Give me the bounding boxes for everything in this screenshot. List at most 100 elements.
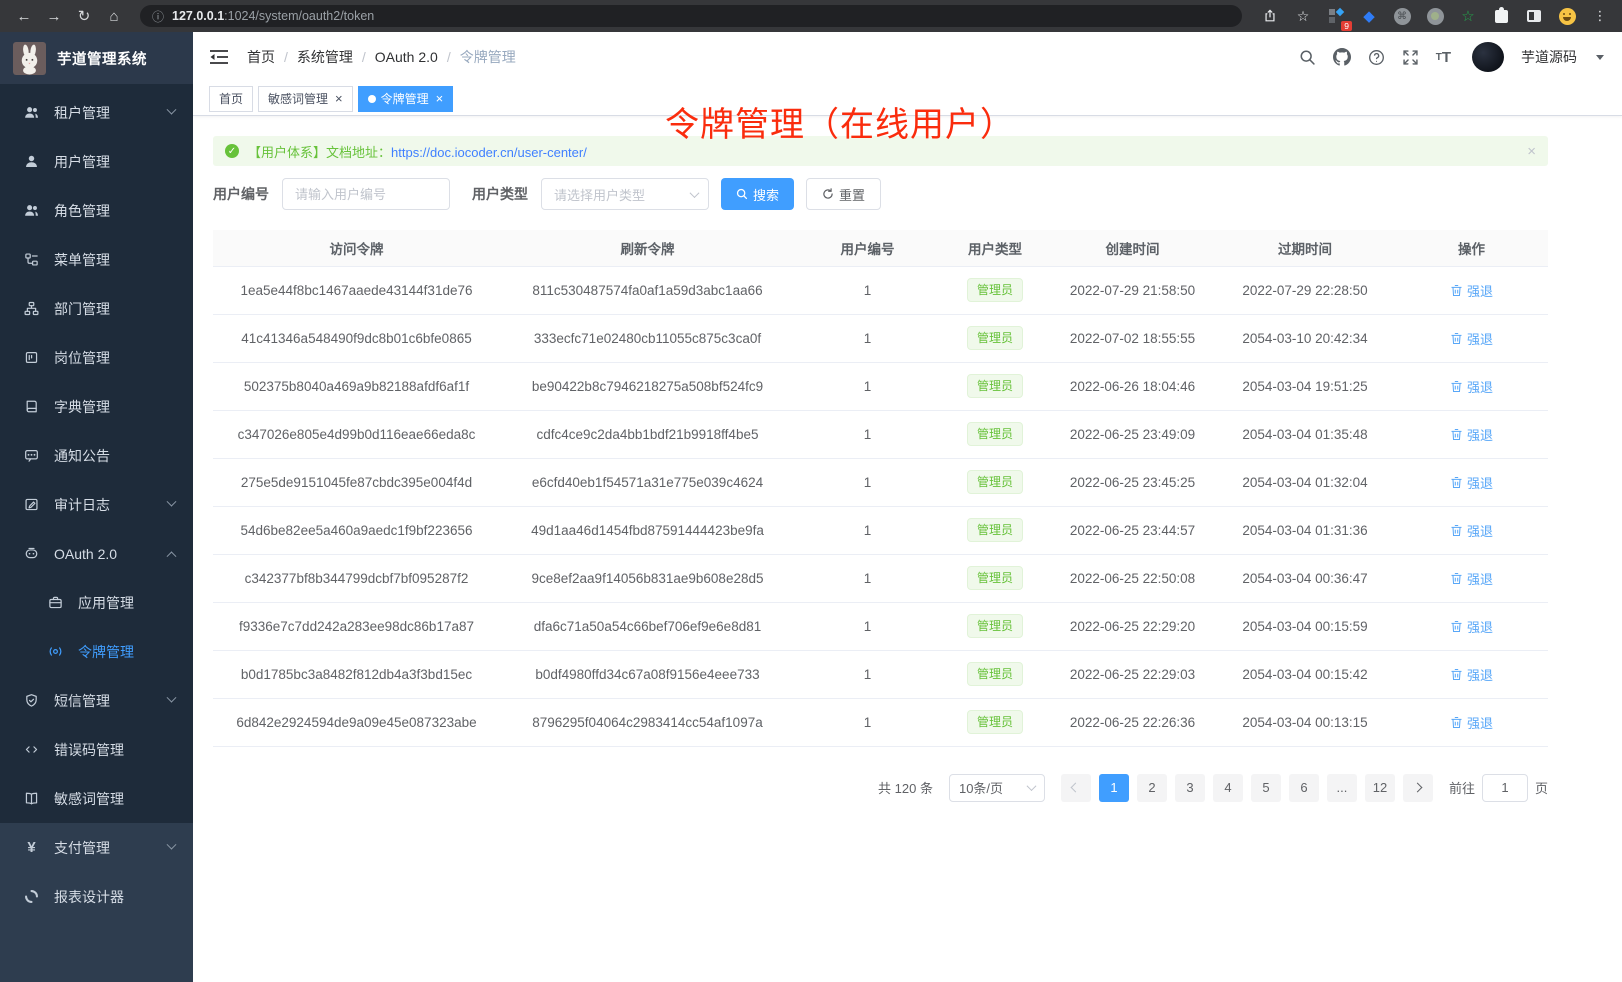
breadcrumb-item[interactable]: OAuth 2.0 [375, 49, 438, 65]
force-logout-button[interactable]: 强退 [1450, 665, 1493, 684]
page-size-select[interactable]: 10条/页 [949, 774, 1045, 802]
sidebar-item-label: 通知公告 [54, 446, 110, 466]
token-table-body: 1ea5e44f8bc1467aaede43144f31de76811c5304… [213, 266, 1548, 746]
access-token-cell: b0d1785bc3a8482f812db4a3f3bd15ec [213, 650, 500, 698]
tab-敏感词管理[interactable]: 敏感词管理× [258, 86, 353, 112]
home-icon[interactable]: ⌂ [102, 4, 126, 28]
sidebar-item-dept[interactable]: 部门管理 [0, 284, 193, 333]
avatar[interactable] [1472, 42, 1504, 72]
back-icon[interactable]: ← [12, 4, 36, 28]
sidebar-item-label: 菜单管理 [54, 250, 110, 270]
sidebar-item-user[interactable]: 用户管理 [0, 137, 193, 186]
page-button-5[interactable]: 5 [1251, 774, 1281, 802]
address-bar[interactable]: ⓘ 127.0.0.1:1024/system/oauth2/token [140, 5, 1242, 27]
sidebar-item-label: 令牌管理 [78, 642, 134, 662]
breadcrumb-item[interactable]: 首页 [247, 47, 275, 67]
sidebar-item-audit-log[interactable]: 审计日志 [0, 480, 193, 529]
sidebar-item-post[interactable]: 岗位管理 [0, 333, 193, 382]
force-logout-button[interactable]: 强退 [1450, 617, 1493, 636]
page-ellipsis[interactable]: ... [1327, 774, 1357, 802]
side-panel-icon[interactable] [1524, 6, 1544, 26]
gem-icon[interactable]: ◆ [1359, 6, 1379, 26]
expire-time-cell: 2054-03-04 01:31:36 [1215, 506, 1395, 554]
users-icon [23, 105, 40, 120]
doc-link[interactable]: https://doc.iocoder.cn/user-center/ [391, 145, 587, 160]
goto-page-input[interactable] [1482, 774, 1528, 802]
sidebar-item-oauth2-token[interactable]: 令牌管理 [0, 627, 193, 676]
prev-page-button[interactable] [1061, 774, 1091, 802]
create-time-cell: 2022-06-25 23:45:25 [1050, 458, 1215, 506]
close-icon[interactable]: × [436, 92, 444, 105]
close-icon[interactable]: × [335, 92, 343, 105]
sidebar-collapse-icon[interactable] [209, 49, 229, 65]
dict-icon [23, 399, 40, 414]
sidebar-item-oauth2[interactable]: OAuth 2.0 [0, 529, 193, 578]
force-logout-button[interactable]: 强退 [1450, 377, 1493, 396]
access-token-cell: 6d842e2924594de9a09e45e087323abe [213, 698, 500, 746]
breadcrumb-item: 令牌管理 [460, 47, 516, 67]
sidebar-item-label: 敏感词管理 [54, 789, 124, 809]
force-logout-button[interactable]: 强退 [1450, 425, 1493, 444]
command-circle-icon[interactable]: ⌘ [1392, 6, 1412, 26]
share-icon[interactable] [1260, 6, 1280, 26]
browser-menu-icon[interactable]: ⋮ [1590, 6, 1610, 26]
sidebar-item-role[interactable]: 角色管理 [0, 186, 193, 235]
extension-grid-icon[interactable]: 9 [1326, 6, 1346, 26]
alert-close-icon[interactable]: × [1527, 143, 1536, 160]
forward-icon[interactable]: → [42, 4, 66, 28]
create-time-cell: 2022-06-25 23:49:09 [1050, 410, 1215, 458]
sidebar-item-sensitive-word[interactable]: 敏感词管理 [0, 774, 193, 823]
user-name[interactable]: 芋道源码 [1521, 47, 1577, 67]
browser-toolbar: ← → ↻ ⌂ ⓘ 127.0.0.1:1024/system/oauth2/t… [0, 0, 1622, 32]
page-button-6[interactable]: 6 [1289, 774, 1319, 802]
sidebar-item-errcode[interactable]: 错误码管理 [0, 725, 193, 774]
font-size-icon[interactable]: TT [1436, 49, 1451, 66]
chevron-down-icon[interactable] [1596, 55, 1604, 60]
profile-emoji-icon[interactable] [1557, 6, 1577, 26]
user-id-input[interactable] [282, 178, 450, 210]
force-logout-button[interactable]: 强退 [1450, 281, 1493, 300]
fullscreen-icon[interactable] [1402, 49, 1419, 66]
sidebar-item-sms[interactable]: 短信管理 [0, 676, 193, 725]
sidebar-item-oauth2-app[interactable]: 应用管理 [0, 578, 193, 627]
help-icon[interactable] [1368, 49, 1385, 66]
sidebar-item-tenant[interactable]: 租户管理 [0, 88, 193, 137]
search-icon[interactable] [1299, 49, 1316, 66]
sidebar-item-report[interactable]: 报表设计器 [0, 872, 193, 921]
sidebar-item-dict[interactable]: 字典管理 [0, 382, 193, 431]
site-info-icon[interactable]: ⓘ [152, 8, 164, 25]
page-button-12[interactable]: 12 [1365, 774, 1395, 802]
pagination: 共 120 条 10条/页 123456...12 前往 页 [213, 774, 1548, 802]
reset-button[interactable]: 重置 [806, 178, 881, 210]
puzzle-icon[interactable] [1491, 6, 1511, 26]
breadcrumb: 首页/系统管理/OAuth 2.0/令牌管理 [247, 47, 516, 67]
force-logout-button[interactable]: 强退 [1450, 329, 1493, 348]
sidebar-item-notice[interactable]: 通知公告 [0, 431, 193, 480]
chevron-down-icon [167, 105, 177, 115]
shield-icon [23, 693, 40, 708]
page-button-4[interactable]: 4 [1213, 774, 1243, 802]
user-id-cell: 1 [795, 506, 940, 554]
force-logout-button[interactable]: 强退 [1450, 713, 1493, 732]
github-icon[interactable] [1333, 48, 1351, 66]
user-type-select[interactable]: 请选择用户类型 [541, 178, 709, 210]
search-button[interactable]: 搜索 [721, 178, 794, 210]
active-tab-dot [368, 95, 376, 103]
bookmark-star-icon[interactable]: ☆ [1293, 6, 1313, 26]
record-circle-icon[interactable] [1425, 6, 1445, 26]
tab-首页[interactable]: 首页 [209, 86, 253, 112]
next-page-button[interactable] [1403, 774, 1433, 802]
page-button-1[interactable]: 1 [1099, 774, 1129, 802]
page-button-3[interactable]: 3 [1175, 774, 1205, 802]
page-button-2[interactable]: 2 [1137, 774, 1167, 802]
force-logout-button[interactable]: 强退 [1450, 473, 1493, 492]
sidebar-item-menu[interactable]: 菜单管理 [0, 235, 193, 284]
breadcrumb-item[interactable]: 系统管理 [297, 47, 353, 67]
sidebar-item-pay[interactable]: ¥支付管理 [0, 823, 193, 872]
app-logo[interactable]: 芋道管理系统 [0, 32, 193, 84]
force-logout-button[interactable]: 强退 [1450, 521, 1493, 540]
force-logout-button[interactable]: 强退 [1450, 569, 1493, 588]
tab-令牌管理[interactable]: 令牌管理× [358, 86, 454, 112]
reload-icon[interactable]: ↻ [72, 4, 96, 28]
green-star-icon[interactable]: ☆ [1458, 6, 1478, 26]
